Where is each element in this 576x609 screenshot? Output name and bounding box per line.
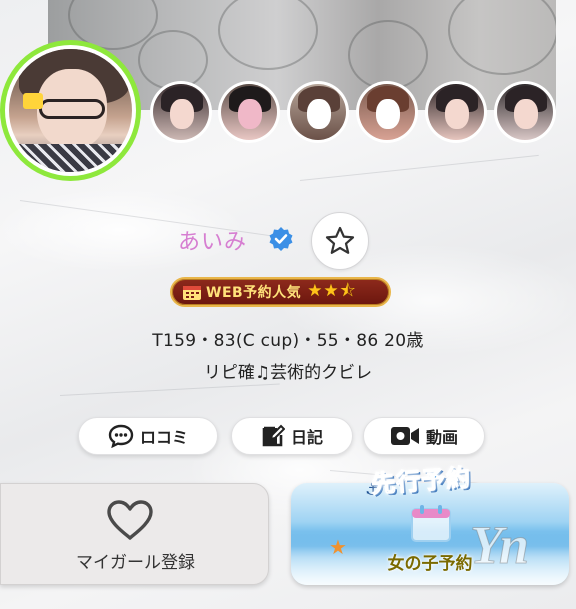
advance-booking-title: 先行予約 bbox=[370, 463, 473, 499]
diary-label: 日記 bbox=[290, 428, 323, 447]
heart-outline-icon bbox=[107, 500, 153, 540]
advance-booking-subtitle: 女の子予約 bbox=[387, 554, 473, 574]
profile-catchphrase: リピ確♫芸術的クビレ bbox=[203, 363, 373, 383]
diary-button[interactable]: 日記 bbox=[231, 417, 353, 455]
thumbnail-3[interactable] bbox=[287, 81, 349, 143]
profile-avatar[interactable] bbox=[0, 40, 141, 181]
reviews-button[interactable]: ロコミ bbox=[78, 417, 218, 455]
calendar-icon bbox=[411, 505, 451, 542]
thumbnail-6[interactable] bbox=[494, 81, 556, 143]
video-button[interactable]: 動画 bbox=[363, 417, 485, 455]
mygirl-register-button[interactable]: マイガール登録 bbox=[0, 483, 269, 585]
thumbnail-5[interactable] bbox=[425, 81, 487, 143]
profile-stats: T159・83(C cup)・55・86 20歳 bbox=[152, 331, 424, 351]
profile-name-row: あいみ bbox=[0, 212, 576, 270]
rank-badge-label: WEB予約人気 bbox=[206, 285, 302, 301]
avatar-photo bbox=[9, 49, 132, 172]
web-reservation-rank-badge: WEB予約人気 ★★⯪ bbox=[170, 277, 391, 307]
reviews-label: ロコミ bbox=[139, 428, 188, 447]
verified-badge-icon bbox=[269, 227, 293, 251]
chat-bubble-icon bbox=[108, 424, 134, 448]
site-watermark-logo: Yn bbox=[469, 515, 529, 576]
rank-stars: ★★⯪ bbox=[307, 280, 357, 301]
thumbnail-1[interactable] bbox=[150, 81, 212, 143]
thumbnail-2[interactable] bbox=[218, 81, 280, 143]
thumbnail-4[interactable] bbox=[356, 81, 418, 143]
favorite-star-button[interactable] bbox=[311, 212, 369, 270]
profile-name: あいみ bbox=[178, 230, 248, 255]
video-camera-icon bbox=[390, 427, 419, 445]
video-label: 動画 bbox=[425, 428, 458, 447]
advance-booking-button[interactable]: ⚓ 先行予約 ★ 女の子予約 bbox=[291, 463, 569, 585]
edit-note-icon bbox=[262, 424, 285, 447]
mygirl-label: マイガール登録 bbox=[76, 553, 195, 573]
star-outline-icon bbox=[325, 226, 355, 254]
calendar-icon bbox=[183, 286, 201, 300]
thumbnail-strip bbox=[150, 81, 576, 143]
sticker-icon bbox=[23, 93, 43, 109]
